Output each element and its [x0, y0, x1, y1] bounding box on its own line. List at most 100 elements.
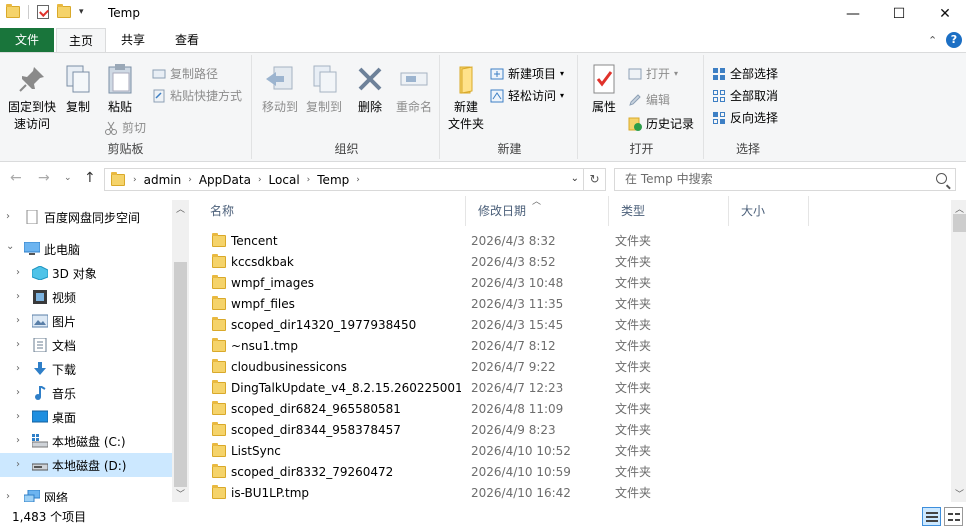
edit-button[interactable]: 编辑	[628, 91, 670, 108]
file-row[interactable]: is-BU1LP.tmp 2026/4/10 16:42 文件夹	[198, 483, 958, 502]
pin-quick-access-button[interactable]: 固定到快 速访问	[4, 63, 60, 133]
rename-button[interactable]: 重命名	[392, 63, 436, 116]
chevron-right-icon[interactable]: ›	[16, 339, 20, 350]
breadcrumb-local[interactable]: Local	[264, 173, 305, 187]
folder-icon	[212, 464, 226, 478]
file-row[interactable]: ListSync 2026/4/10 10:52 文件夹	[198, 441, 958, 462]
tab-home[interactable]: 主页	[56, 28, 106, 53]
scroll-down-icon[interactable]: ﹀	[951, 487, 966, 500]
help-icon[interactable]: ?	[946, 32, 962, 48]
delete-button[interactable]: 删除	[350, 63, 390, 116]
nav-item-baidu-sync[interactable]: › 百度网盘同步空间	[0, 205, 172, 229]
chevron-right-icon[interactable]: ›	[16, 459, 20, 470]
file-row[interactable]: cloudbusinessicons 2026/4/7 9:22 文件夹	[198, 357, 958, 378]
nav-item-videos[interactable]: › 视频	[0, 285, 172, 309]
tab-view[interactable]: 查看	[164, 28, 210, 52]
move-to-button[interactable]: 移动到	[258, 63, 302, 116]
minimize-button[interactable]: —	[830, 0, 876, 28]
cut-button[interactable]: 剪切	[104, 119, 146, 136]
invert-selection-button[interactable]: 反向选择	[712, 109, 778, 126]
up-arrow-icon[interactable]: ↑	[84, 170, 96, 186]
tab-file[interactable]: 文件	[0, 28, 54, 52]
scroll-up-icon[interactable]: ︿	[172, 202, 189, 215]
file-row[interactable]: scoped_dir8332_79260472 2026/4/10 10:59 …	[198, 462, 958, 483]
paste-shortcut-button[interactable]: 粘贴快捷方式	[152, 87, 242, 104]
column-header-type[interactable]: 类型	[609, 196, 729, 226]
address-bar[interactable]: › admin › AppData › Local › Temp › ⌄	[104, 168, 584, 191]
customize-dropdown-icon[interactable]: ▾	[79, 7, 84, 17]
new-folder-icon[interactable]	[57, 4, 71, 18]
open-icon	[628, 67, 642, 81]
navigation-pane-scrollbar[interactable]: ︿ ﹀	[172, 200, 189, 502]
details-view-icon[interactable]	[922, 507, 941, 526]
new-item-button[interactable]: 新建项目 ▾	[490, 65, 564, 82]
copy-to-button[interactable]: 复制到	[302, 63, 346, 116]
easy-access-button[interactable]: 轻松访问 ▾	[490, 87, 564, 104]
chevron-down-icon[interactable]: ⌄	[6, 241, 14, 252]
properties-icon[interactable]	[37, 5, 49, 19]
chevron-right-icon[interactable]: ›	[16, 267, 20, 278]
file-row[interactable]: wmpf_images 2026/4/3 10:48 文件夹	[198, 273, 958, 294]
chevron-right-icon[interactable]: ›	[6, 491, 10, 502]
nav-item-drive-d[interactable]: › 本地磁盘 (D:)	[0, 453, 172, 477]
scrollbar-thumb[interactable]	[953, 214, 966, 232]
scrollbar-thumb[interactable]	[174, 262, 187, 487]
column-header-size[interactable]: 大小	[729, 196, 809, 226]
nav-item-drive-c[interactable]: › 本地磁盘 (C:)	[0, 429, 172, 453]
address-dropdown-icon[interactable]: ⌄	[571, 173, 579, 184]
file-row[interactable]: ~nsu1.tmp 2026/4/7 8:12 文件夹	[198, 336, 958, 357]
open-button[interactable]: 打开 ▾	[628, 65, 678, 82]
chevron-right-icon[interactable]: ›	[16, 411, 20, 422]
close-button[interactable]: ✕	[922, 0, 966, 28]
file-row[interactable]: wmpf_files 2026/4/3 11:35 文件夹	[198, 294, 958, 315]
breadcrumb-separator-icon: ›	[133, 174, 137, 185]
select-all-button[interactable]: 全部选择	[712, 65, 778, 82]
paste-button[interactable]: 粘贴	[100, 63, 140, 116]
copy-button[interactable]: 复制	[60, 63, 96, 116]
chevron-right-icon[interactable]: ›	[16, 363, 20, 374]
properties-button[interactable]: 属性	[584, 63, 624, 116]
breadcrumb-admin[interactable]: admin	[139, 173, 187, 187]
file-row[interactable]: scoped_dir6824_965580581 2026/4/8 11:09 …	[198, 399, 958, 420]
nav-item-pictures[interactable]: › 图片	[0, 309, 172, 333]
column-header-name[interactable]: 名称	[198, 196, 466, 226]
maximize-button[interactable]: ☐	[876, 0, 922, 28]
file-row[interactable]: kccsdkbak 2026/4/3 8:52 文件夹	[198, 252, 958, 273]
chevron-right-icon[interactable]: ›	[6, 211, 10, 222]
copy-path-button[interactable]: 复制路径	[152, 65, 218, 82]
search-input[interactable]: 在 Temp 中搜索	[614, 168, 956, 191]
nav-item-desktop[interactable]: › 桌面	[0, 405, 172, 429]
breadcrumb-temp[interactable]: Temp	[312, 173, 354, 187]
scroll-down-icon[interactable]: ﹀	[172, 487, 189, 500]
file-row[interactable]: DingTalkUpdate_v4_8.2.15.260225001... 20…	[198, 378, 958, 399]
forward-arrow-icon[interactable]: →	[38, 170, 50, 186]
nav-item-documents[interactable]: › 文档	[0, 333, 172, 357]
chevron-right-icon[interactable]: ›	[16, 315, 20, 326]
file-row[interactable]: scoped_dir14320_1977938450 2026/4/3 15:4…	[198, 315, 958, 336]
chevron-right-icon[interactable]: ›	[16, 387, 20, 398]
recent-locations-chevron-icon[interactable]: ⌄	[64, 173, 72, 183]
column-header-date[interactable]: 修改日期	[466, 196, 609, 226]
folder-icon	[212, 275, 226, 289]
nav-item-network[interactable]: › 网络	[0, 485, 172, 502]
nav-item-3d-objects[interactable]: › 3D 对象	[0, 261, 172, 285]
nav-item-this-pc[interactable]: ⌄ 此电脑	[0, 237, 172, 261]
nav-item-music[interactable]: › 音乐	[0, 381, 172, 405]
chevron-right-icon[interactable]: ›	[16, 291, 20, 302]
chevron-up-icon[interactable]: ⌃	[928, 34, 937, 47]
select-none-button[interactable]: 全部取消	[712, 87, 778, 104]
refresh-icon[interactable]: ↻	[584, 168, 606, 191]
new-folder-button[interactable]: 新建 文件夹	[446, 63, 486, 133]
history-button[interactable]: 历史记录	[628, 115, 694, 132]
chevron-right-icon[interactable]: ›	[16, 435, 20, 446]
nav-item-downloads[interactable]: › 下载	[0, 357, 172, 381]
tab-share[interactable]: 共享	[110, 28, 156, 52]
large-icons-view-icon[interactable]	[944, 507, 963, 526]
file-row[interactable]: scoped_dir8344_958378457 2026/4/9 8:23 文…	[198, 420, 958, 441]
file-row[interactable]: Tencent 2026/4/3 8:32 文件夹	[198, 231, 958, 252]
file-list-scrollbar[interactable]: ︿ ﹀	[951, 200, 966, 502]
drive-icon	[31, 458, 49, 472]
breadcrumb-appdata[interactable]: AppData	[194, 173, 256, 187]
breadcrumb-separator-icon: ›	[356, 174, 360, 185]
back-arrow-icon[interactable]: ←	[10, 170, 22, 186]
